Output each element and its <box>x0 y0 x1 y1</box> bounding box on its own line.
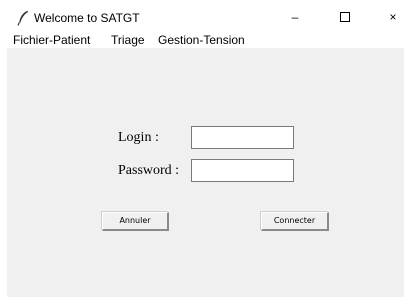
feather-icon <box>17 10 28 26</box>
login-input[interactable] <box>191 126 294 149</box>
menu-fichier-patient[interactable]: Fichier-Patient <box>13 33 90 47</box>
minimize-button[interactable]: – <box>281 6 309 28</box>
window-title: Welcome to SATGT <box>34 11 140 25</box>
connect-button[interactable]: Connecter <box>261 212 329 231</box>
menu-bar: Fichier-Patient Triage Gestion-Tension <box>0 33 410 48</box>
close-icon: × <box>389 10 397 24</box>
cancel-button[interactable]: Annuler <box>102 212 169 231</box>
close-button[interactable]: × <box>379 6 407 28</box>
minimize-icon: – <box>291 10 299 24</box>
password-input[interactable] <box>191 159 294 182</box>
password-label: Password : <box>118 163 180 178</box>
login-label: Login : <box>118 130 159 145</box>
menu-triage[interactable]: Triage <box>111 33 145 47</box>
menu-gestion-tension[interactable]: Gestion-Tension <box>158 33 245 47</box>
maximize-button[interactable] <box>331 6 359 28</box>
maximize-icon <box>340 11 350 22</box>
login-panel: Login : Password : Annuler Connecter <box>7 48 404 297</box>
title-bar: Welcome to SATGT – × <box>0 0 410 33</box>
